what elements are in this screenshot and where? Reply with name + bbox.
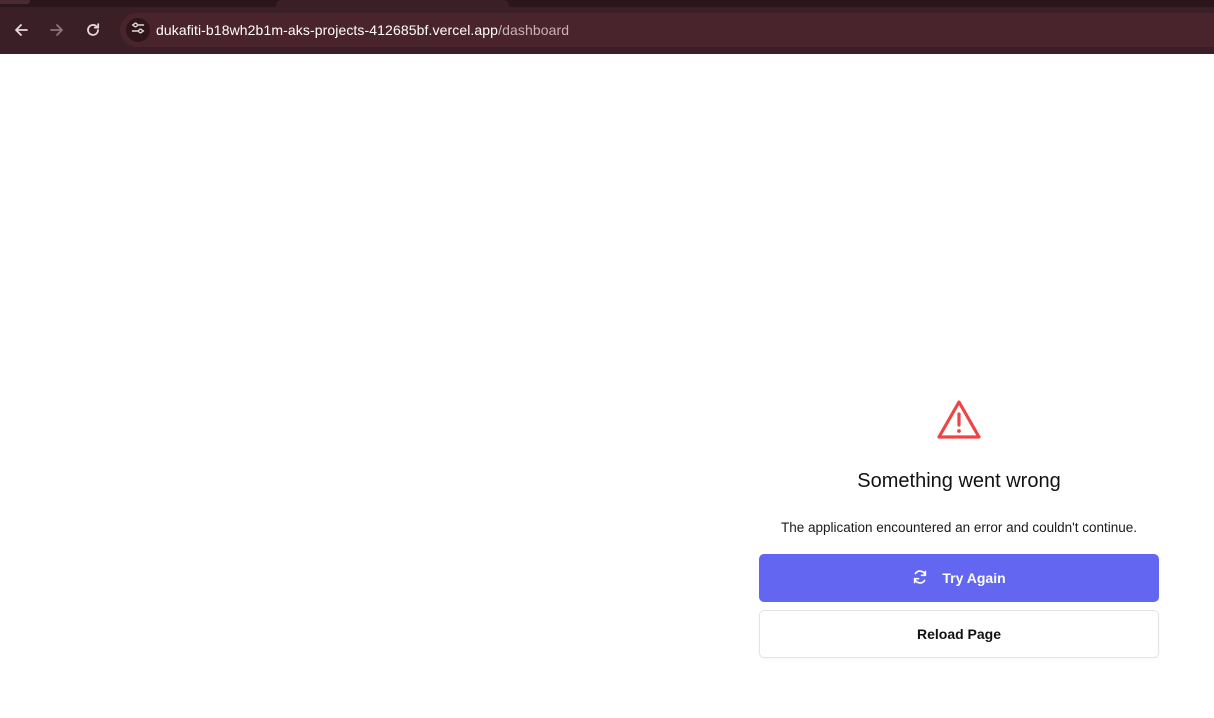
reload-page-button[interactable]: Reload Page (759, 610, 1159, 658)
url-text[interactable]: dukafiti-b18wh2b1m-aks-projects-412685bf… (156, 22, 569, 39)
url-host: dukafiti-b18wh2b1m-aks-projects-412685bf… (156, 22, 499, 38)
error-message: The application encountered an error and… (780, 520, 1138, 535)
tab-previous[interactable] (0, 0, 30, 4)
arrow-left-icon (12, 21, 30, 39)
active-tab[interactable] (276, 0, 509, 7)
refresh-icon (912, 569, 928, 588)
reload-page-label: Reload Page (916, 626, 1002, 642)
back-button[interactable] (7, 16, 35, 44)
error-title: Something went wrong (857, 470, 1061, 492)
browser-toolbar: dukafiti-b18wh2b1m-aks-projects-412685bf… (0, 0, 1214, 54)
reload-icon (84, 21, 102, 39)
address-bar[interactable]: dukafiti-b18wh2b1m-aks-projects-412685bf… (120, 13, 1214, 47)
warning-triangle-icon (936, 398, 982, 442)
reload-button[interactable] (79, 16, 107, 44)
tune-icon (131, 21, 145, 40)
try-again-label: Try Again (942, 570, 1006, 586)
tab-strip (0, 0, 1214, 7)
try-again-button[interactable]: Try Again (759, 554, 1159, 602)
page-content: Something went wrong The application enc… (0, 54, 1214, 718)
url-path: /dashboard (498, 22, 570, 38)
site-info-button[interactable] (126, 18, 150, 42)
arrow-right-icon (48, 21, 66, 39)
forward-button[interactable] (43, 16, 71, 44)
